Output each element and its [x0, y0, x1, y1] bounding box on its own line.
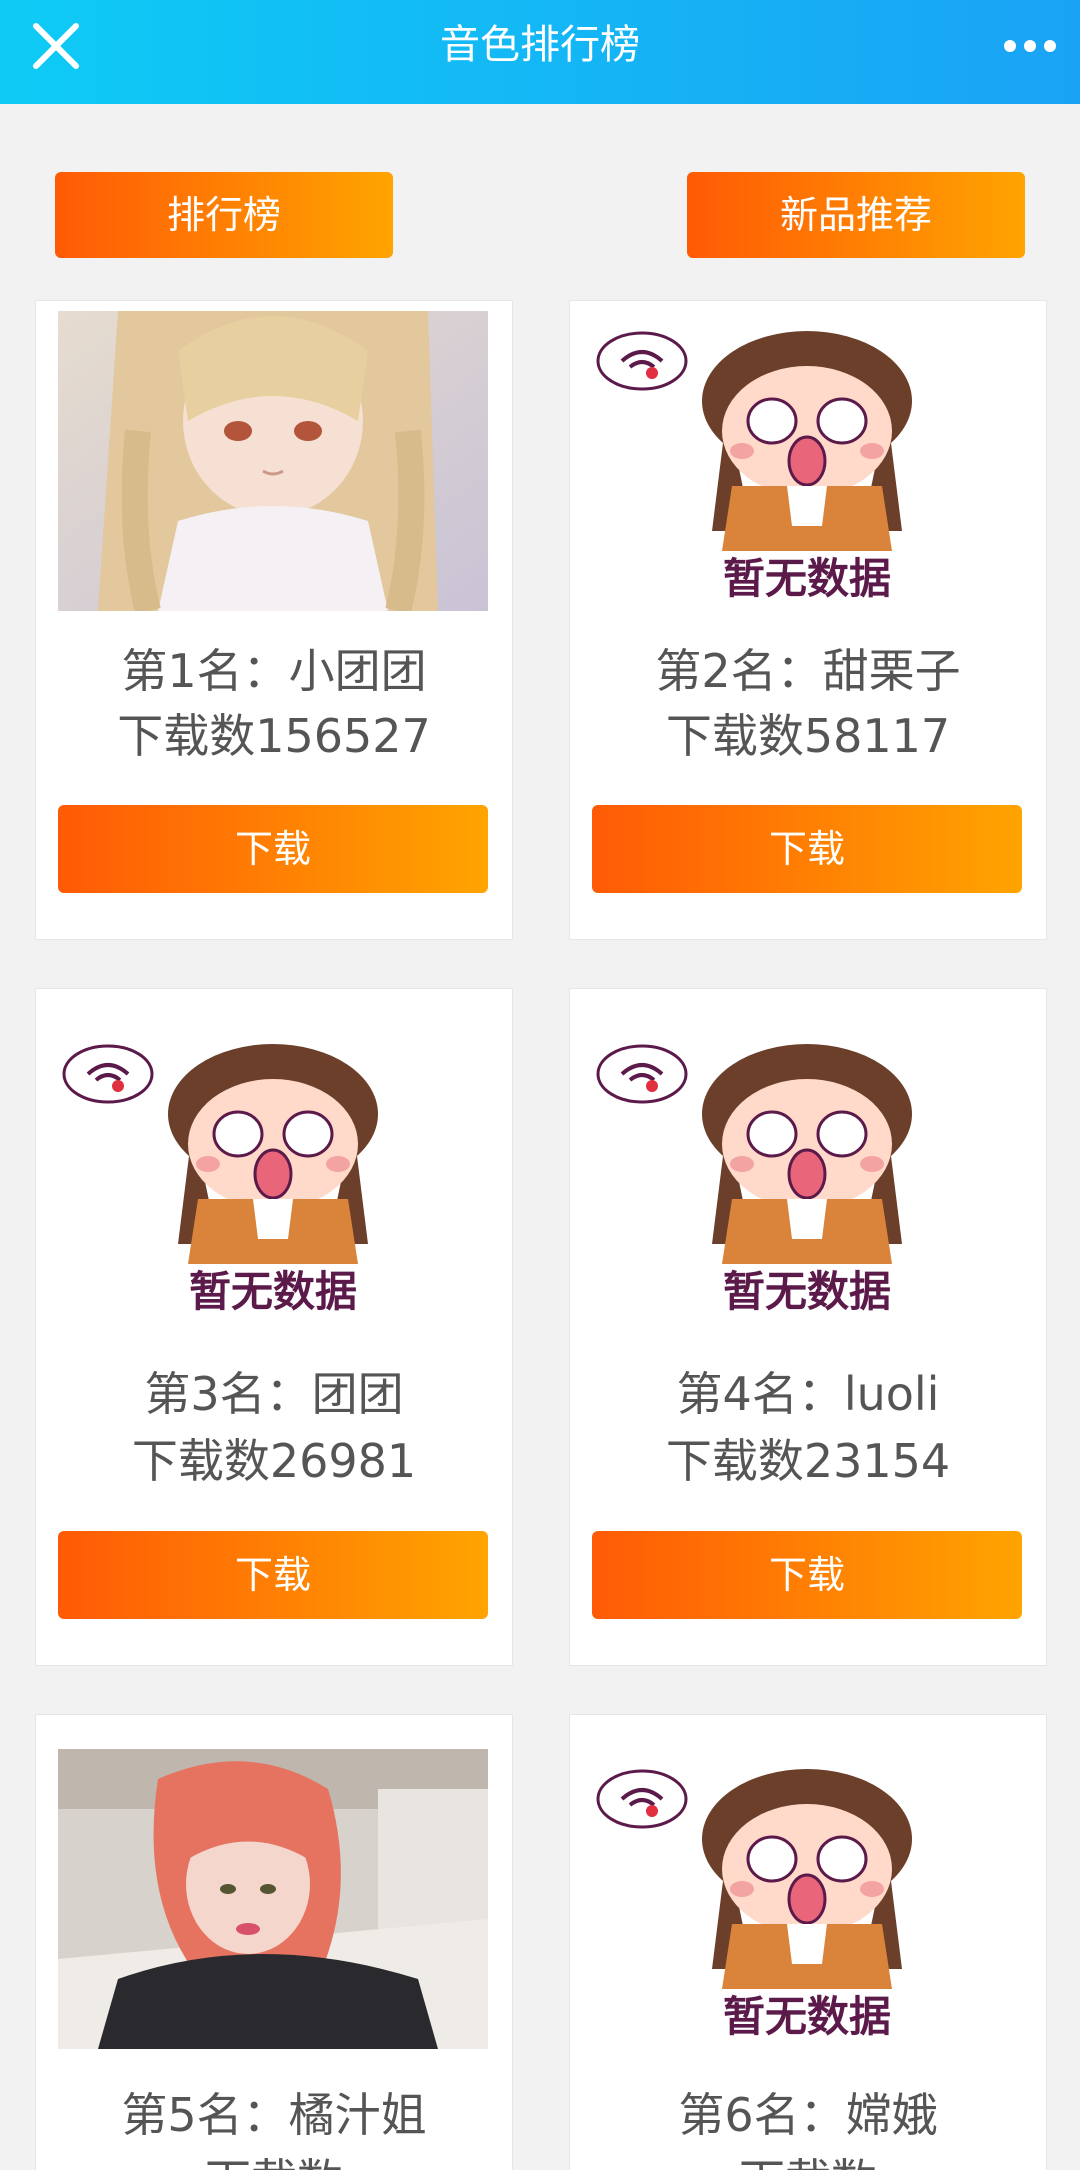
rank-name-text: 第5名：橘汁姐: [121, 2088, 427, 2142]
anime-girl-image: [58, 311, 488, 611]
tab-rank-button[interactable]: 排行榜: [55, 172, 393, 258]
no-data-placeholder-image: 暂无数据: [592, 1024, 1022, 1324]
voice-card-5: 第5名：橘汁姐 下载数: [35, 1714, 513, 2170]
top-bar: 音色排行榜: [0, 0, 1080, 104]
download-count-text: 下载数156527: [117, 709, 431, 763]
download-button[interactable]: 下载: [58, 1531, 488, 1619]
download-count-text: 下载数23154: [665, 1434, 951, 1488]
pink-hair-girl-image: [58, 1749, 488, 2049]
no-data-label: 暂无数据: [723, 1992, 891, 2041]
tab-new-products-button[interactable]: 新品推荐: [687, 172, 1025, 258]
no-data-label: 暂无数据: [189, 1267, 357, 1316]
download-count-text: 下载数: [570, 2151, 1046, 2170]
download-button[interactable]: 下载: [592, 1531, 1022, 1619]
download-button[interactable]: 下载: [58, 805, 488, 893]
voice-card-6: 暂无数据 第6名：嫦娥 下载数: [569, 1714, 1047, 2170]
no-data-label: 暂无数据: [723, 554, 891, 603]
voice-card-1: 第1名：小团团 下载数156527 下载: [35, 300, 513, 940]
no-data-placeholder-image: 暂无数据: [58, 1024, 488, 1324]
no-data-label: 暂无数据: [723, 1267, 891, 1316]
rank-name-text: 第3名：团团: [144, 1367, 404, 1421]
download-button[interactable]: 下载: [592, 805, 1022, 893]
rank-name-text: 第4名：luoli: [676, 1367, 940, 1421]
voice-card-4: 暂无数据 第4名：luoli 下载数23154 下载: [569, 988, 1047, 1666]
voice-card-2: 暂无数据 第2名：甜栗子 下载数58117 下载: [569, 300, 1047, 940]
rank-name-text: 第1名：小团团: [121, 644, 427, 698]
rank-name-text: 第6名：嫦娥: [678, 2088, 938, 2142]
no-data-placeholder-image: 暂无数据: [592, 311, 1022, 611]
more-icon[interactable]: [1000, 26, 1060, 66]
page-title: 音色排行榜: [440, 22, 640, 68]
download-count-text: 下载数26981: [131, 1434, 417, 1488]
voice-card-3: 暂无数据 第3名：团团 下载数26981 下载: [35, 988, 513, 1666]
no-data-placeholder-image: 暂无数据: [592, 1749, 1022, 2049]
download-count-text: 下载数58117: [665, 709, 951, 763]
download-count-text: 下载数: [36, 2151, 512, 2170]
rank-name-text: 第2名：甜栗子: [655, 644, 961, 698]
